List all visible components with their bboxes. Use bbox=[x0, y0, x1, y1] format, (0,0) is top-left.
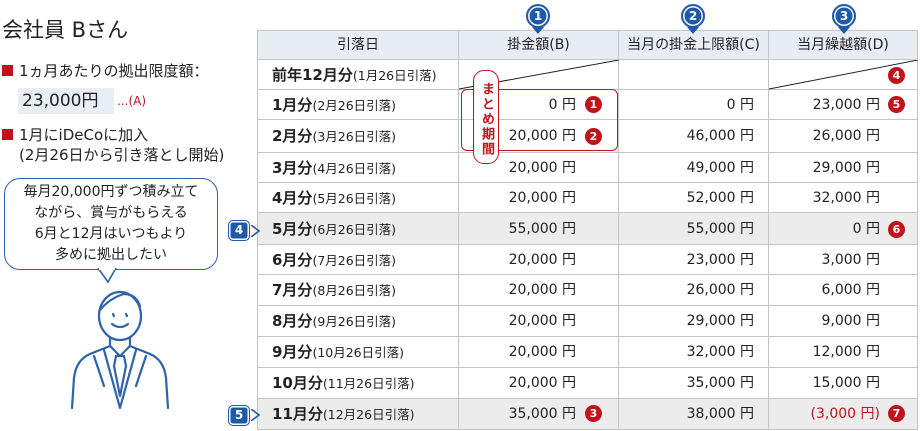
table-cell bbox=[619, 60, 769, 90]
cell-limit: 23,000 円 bbox=[619, 245, 769, 275]
matome-period-label: まとめ期間 bbox=[473, 70, 499, 164]
cell-contribution: 20,000 円 bbox=[459, 183, 619, 213]
red-marker-3-icon: 3 bbox=[585, 405, 602, 422]
red-marker-1-icon: 1 bbox=[585, 96, 602, 113]
bullet-square-icon bbox=[2, 65, 13, 76]
limit-line: 1ヵ月あたりの拠出限度額： bbox=[2, 60, 209, 81]
join-text-2: (2月26日から引き落とし開始) bbox=[19, 146, 225, 164]
row-month: 4月分 bbox=[272, 189, 313, 207]
cell-carryover: 32,000 円 bbox=[769, 183, 918, 213]
businessman-icon bbox=[70, 290, 170, 410]
row-marker-5-icon: 5 bbox=[228, 405, 250, 426]
speech-bubble: 毎月20,000円ずつ積み立て ながら、賞与がもらえる 6月と12月はいつもより… bbox=[4, 178, 218, 270]
red-marker-6-icon: 6 bbox=[888, 221, 905, 238]
cell-contribution: 20,000 円 bbox=[459, 275, 619, 306]
cell-limit: 49,000 円 bbox=[619, 153, 769, 183]
speech-line: 6月と12月はいつもより bbox=[34, 226, 188, 242]
cell-contribution: 20,000 円 bbox=[459, 368, 619, 399]
row-month: 6月分 bbox=[272, 251, 313, 269]
cell-carryover: 9,000 円 bbox=[769, 306, 918, 337]
row-date: (9月26日引落) bbox=[312, 314, 397, 329]
row-date: (7月26日引落) bbox=[312, 253, 397, 268]
cell-carryover: 12,000 円 bbox=[769, 337, 918, 368]
cell-carryover: 6,000 円 bbox=[769, 275, 918, 306]
red-marker-4-icon: 4 bbox=[888, 67, 905, 84]
person-name: 会社員 Bさん bbox=[2, 18, 129, 42]
row-date: (5月26日引落) bbox=[312, 191, 397, 206]
row-label: 5月分(6月26日引落) bbox=[257, 213, 459, 245]
cell-limit: 55,000 円 bbox=[619, 213, 769, 245]
row-month: 3月分 bbox=[272, 159, 313, 177]
row-month: 7月分 bbox=[272, 281, 313, 299]
cell-contribution: 20,000 円 bbox=[459, 306, 619, 337]
cell-limit: 32,000 円 bbox=[619, 337, 769, 368]
cell-limit: 52,000 円 bbox=[619, 183, 769, 213]
cell-carryover: 15,000 円 bbox=[769, 368, 918, 399]
row-label: 1月分(2月26日引落) bbox=[257, 90, 459, 120]
speech-line: 多めに拠出したい bbox=[55, 247, 167, 263]
row-date: (2月26日引落) bbox=[312, 98, 397, 113]
row-date: (11月26日引落) bbox=[322, 376, 415, 391]
row-label: 10月分(11月26日引落) bbox=[257, 368, 459, 399]
row-label: 8月分(9月26日引落) bbox=[257, 306, 459, 337]
row-label: 2月分(3月26日引落) bbox=[257, 120, 459, 153]
row-month: 9月分 bbox=[272, 343, 313, 361]
row-month: 1月分 bbox=[272, 96, 313, 114]
row-date: (3月26日引落) bbox=[312, 129, 397, 144]
arrow-right-icon bbox=[251, 225, 261, 237]
row-date: (4月26日引落) bbox=[312, 161, 397, 176]
speech-tail-icon bbox=[97, 268, 117, 284]
row-label: 7月分(8月26日引落) bbox=[257, 275, 459, 306]
marker-2-icon: 2 bbox=[681, 4, 705, 28]
row-label: 4月分(5月26日引落) bbox=[257, 183, 459, 213]
cell-limit: 26,000 円 bbox=[619, 275, 769, 306]
red-marker-2-icon: 2 bbox=[585, 128, 602, 145]
marker-pointer-icon bbox=[687, 27, 699, 34]
cell-contribution: 20,000 円 bbox=[459, 337, 619, 368]
row-date: (12月26日引落) bbox=[322, 407, 415, 422]
red-marker-7-icon: 7 bbox=[888, 405, 905, 422]
arrow-right-icon bbox=[251, 409, 261, 421]
cell-limit: 0 円 bbox=[619, 90, 769, 120]
cell-contribution: 55,000 円 bbox=[459, 213, 619, 245]
header-date: 引落日 bbox=[257, 30, 459, 60]
row-date: (6月26日引落) bbox=[312, 222, 397, 237]
row-month: 11月分 bbox=[272, 405, 323, 423]
marker-pointer-icon bbox=[532, 27, 544, 34]
limit-amount: 23,000円 bbox=[18, 88, 114, 114]
join-line: 1月にiDeCoに加入 bbox=[2, 124, 148, 145]
speech-line: 毎月20,000円ずつ積み立て bbox=[23, 184, 199, 200]
cell-limit: 46,000 円 bbox=[619, 120, 769, 153]
join-text-1: 1月にiDeCoに加入 bbox=[19, 126, 149, 144]
row-month: 2月分 bbox=[272, 127, 313, 145]
speech-line: ながら、賞与がもらえる bbox=[34, 205, 188, 221]
row-label: 3月分(4月26日引落) bbox=[257, 153, 459, 183]
cell-contribution: 20,000 円 bbox=[459, 245, 619, 275]
row-label: 6月分(7月26日引落) bbox=[257, 245, 459, 275]
row-label: 11月分(12月26日引落) bbox=[257, 399, 459, 430]
red-marker-5-icon: 5 bbox=[888, 96, 905, 113]
row-date: (10月26日引落) bbox=[312, 345, 405, 360]
cell-limit: 29,000 円 bbox=[619, 306, 769, 337]
cell-limit: 38,000 円 bbox=[619, 399, 769, 430]
cell-carryover: 26,000 円 bbox=[769, 120, 918, 153]
row-month: 10月分 bbox=[272, 374, 323, 392]
bullet-square-icon bbox=[2, 129, 13, 140]
row-date: (1月26日引落) bbox=[352, 68, 437, 83]
row-date: (8月26日引落) bbox=[312, 283, 397, 298]
cell-carryover: 29,000 円 bbox=[769, 153, 918, 183]
marker-1-icon: 1 bbox=[526, 4, 550, 28]
limit-label: 1ヵ月あたりの拠出限度額： bbox=[19, 62, 209, 80]
marker-3-icon: 3 bbox=[832, 4, 856, 28]
cell-carryover: 3,000 円 bbox=[769, 245, 918, 275]
row-marker-4-icon: 4 bbox=[228, 220, 250, 241]
cell-limit: 35,000 円 bbox=[619, 368, 769, 399]
row-month: 5月分 bbox=[272, 220, 313, 238]
row-label: 前年12月分(1月26日引落) bbox=[257, 60, 459, 90]
limit-ref: ...(A) bbox=[117, 94, 147, 108]
row-month: 前年12月分 bbox=[272, 66, 353, 84]
marker-pointer-icon bbox=[838, 27, 850, 34]
row-month: 8月分 bbox=[272, 312, 313, 330]
row-label: 9月分(10月26日引落) bbox=[257, 337, 459, 368]
